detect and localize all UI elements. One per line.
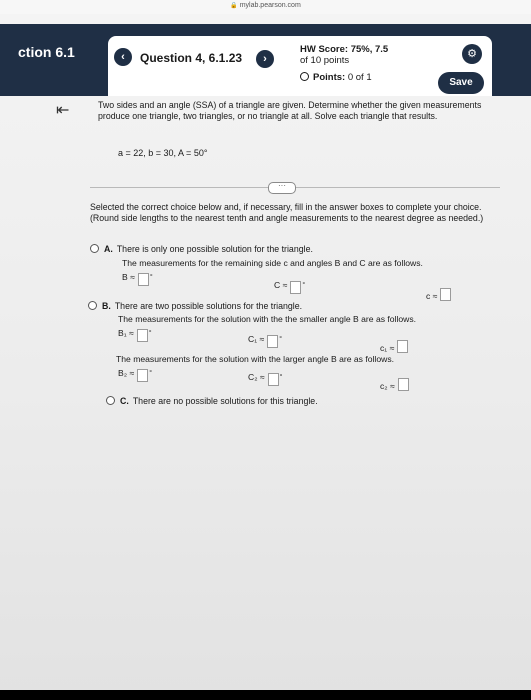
angle-b-input[interactable] bbox=[137, 273, 149, 286]
question-label: Question 4, 6.1.23 bbox=[140, 51, 243, 65]
side-c-input[interactable] bbox=[440, 288, 452, 301]
angle-c1-input[interactable] bbox=[267, 335, 279, 348]
option-b-c2: C₂ ≈ bbox=[248, 372, 279, 386]
hw-score-value: 75%, 7.5 bbox=[350, 44, 389, 55]
option-b-b2-label: B₂ ≈ bbox=[118, 368, 135, 378]
angle-b1-input[interactable] bbox=[136, 329, 148, 342]
option-a-b-label: B ≈ bbox=[122, 272, 135, 282]
option-a-side-label: c ≈ bbox=[426, 291, 438, 301]
given-values: a = 22, b = 30, A = 50° bbox=[118, 148, 208, 158]
angle-b2-input[interactable] bbox=[137, 369, 149, 382]
option-a[interactable]: A. There is only one possible solution fo… bbox=[90, 244, 313, 255]
points-value: 0 of 1 bbox=[347, 72, 372, 83]
option-c-letter: C. bbox=[120, 396, 129, 406]
option-b-side1-label: c₁ ≈ bbox=[380, 343, 395, 353]
chevron-right-icon[interactable]: › bbox=[256, 50, 274, 68]
section-title: ction 6.1 bbox=[18, 44, 75, 60]
option-a-sub: The measurements for the remaining side … bbox=[122, 258, 423, 268]
side-c2-input[interactable] bbox=[397, 378, 409, 391]
gear-icon[interactable]: ⚙ bbox=[462, 44, 482, 64]
header-bar: ction 6.1 ‹ Question 4, 6.1.23 › HW Scor… bbox=[0, 24, 531, 96]
option-b-b1: B₁ ≈ bbox=[118, 328, 148, 342]
angle-c-input[interactable] bbox=[290, 281, 302, 294]
chevron-left-icon[interactable]: ‹ bbox=[114, 48, 132, 66]
option-b-sub1: The measurements for the solution with t… bbox=[118, 314, 417, 324]
option-a-b: B ≈ bbox=[122, 272, 149, 286]
hw-score-of: of 10 points bbox=[300, 55, 350, 66]
lock-icon: 🔒 bbox=[230, 3, 238, 9]
option-b-side2: c₂ ≈ bbox=[380, 378, 409, 391]
option-a-c-label: C ≈ bbox=[274, 280, 288, 290]
bezel bbox=[0, 690, 531, 700]
option-b-side2-label: c₂ ≈ bbox=[380, 381, 395, 391]
back-to-start-icon[interactable]: ⇤ bbox=[56, 100, 69, 120]
radio-a[interactable] bbox=[90, 244, 99, 253]
url-bar[interactable]: 🔒 mylab.pearson.com bbox=[0, 0, 531, 14]
option-c[interactable]: C. There are no possible solutions for th… bbox=[106, 396, 318, 407]
option-b-text: There are two possible solutions for the… bbox=[114, 301, 303, 311]
problem-statement: Two sides and an angle (SSA) of a triang… bbox=[98, 100, 482, 121]
question-bar: ‹ Question 4, 6.1.23 › HW Score: 75%, 7.… bbox=[108, 36, 492, 96]
url-text: mylab.pearson.com bbox=[239, 2, 301, 9]
option-a-c: C ≈ bbox=[274, 280, 302, 294]
instructions: Selected the correct choice below and, i… bbox=[90, 202, 484, 223]
points-label: Points: bbox=[313, 72, 346, 83]
screen: 🔒 mylab.pearson.com ction 6.1 ‹ Question … bbox=[0, 0, 531, 700]
option-a-side: c ≈ bbox=[426, 288, 452, 301]
option-b-letter: B. bbox=[102, 301, 111, 311]
option-b-b1-label: B₁ ≈ bbox=[118, 328, 134, 338]
more-icon[interactable]: ··· bbox=[268, 182, 296, 194]
points: Points: 0 of 1 bbox=[300, 72, 372, 83]
save-button[interactable]: Save bbox=[438, 72, 484, 94]
option-b-b2: B₂ ≈ bbox=[118, 368, 149, 382]
option-b-c1-label: C₁ ≈ bbox=[248, 334, 265, 344]
hw-score: HW Score: 75%, 7.5 of 10 points bbox=[300, 44, 388, 66]
side-c1-input[interactable] bbox=[397, 340, 409, 353]
angle-c2-input[interactable] bbox=[267, 373, 279, 386]
hw-score-label: HW Score: bbox=[300, 44, 349, 55]
points-circle-icon bbox=[300, 72, 309, 81]
option-b-sub2: The measurements for the solution with t… bbox=[116, 354, 395, 364]
option-b-c1: C₁ ≈ bbox=[248, 334, 279, 348]
option-b-side1: c₁ ≈ bbox=[380, 340, 409, 353]
option-a-text: There is only one possible solution for … bbox=[116, 244, 313, 254]
radio-c[interactable] bbox=[106, 396, 115, 405]
option-c-text: There are no possible solutions for this… bbox=[132, 396, 318, 406]
radio-b[interactable] bbox=[88, 301, 97, 310]
option-a-letter: A. bbox=[104, 244, 113, 254]
option-b[interactable]: B. There are two possible solutions for t… bbox=[88, 301, 302, 312]
option-b-c2-label: C₂ ≈ bbox=[248, 372, 265, 382]
